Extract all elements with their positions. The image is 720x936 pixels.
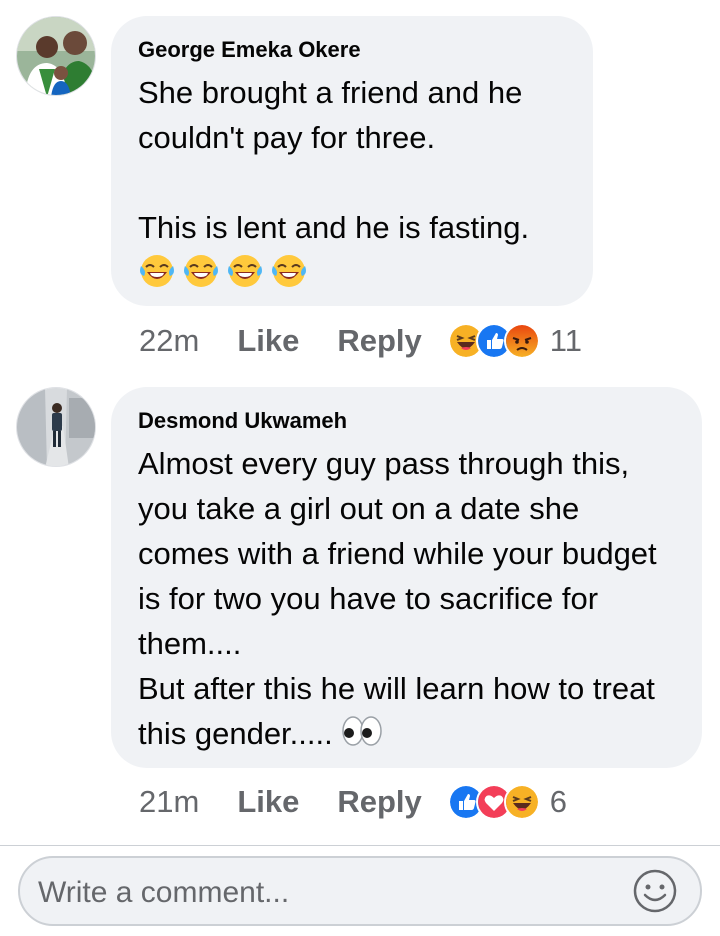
reaction-count: 6	[549, 784, 568, 819]
comment-actions: 21m Like Reply 6	[139, 782, 567, 822]
emoji-row	[138, 252, 567, 290]
comment-input[interactable]	[36, 870, 630, 916]
haha-reaction-icon	[503, 784, 540, 820]
comment-author[interactable]: George Emeka Okere	[138, 36, 567, 64]
avatar-photo-icon	[17, 388, 95, 466]
reply-button[interactable]: Reply	[337, 784, 421, 820]
laughing-tears-emoji-icon	[184, 255, 218, 287]
like-button[interactable]: Like	[237, 784, 299, 820]
comment-timestamp[interactable]: 22m	[139, 323, 199, 359]
angry-reaction-icon	[503, 323, 540, 359]
laughing-tears-emoji-icon	[140, 255, 174, 287]
comment-timestamp[interactable]: 21m	[139, 784, 199, 820]
avatar[interactable]	[16, 387, 96, 467]
comment-bubble: George Emeka Okere She brought a friend …	[111, 16, 593, 306]
composer-divider	[0, 845, 720, 846]
avatar[interactable]	[16, 16, 96, 96]
comment-composer[interactable]	[18, 856, 702, 926]
like-button[interactable]: Like	[237, 323, 299, 359]
laughing-tears-emoji-icon	[228, 255, 262, 287]
reaction-count: 11	[549, 323, 582, 358]
comment-text: She brought a friend and he couldn't pay…	[138, 75, 530, 245]
comment-text-content: Almost every guy pass through this, you …	[138, 446, 657, 751]
comment-actions: 22m Like Reply 11	[139, 321, 582, 361]
avatar-photo-icon	[17, 17, 95, 95]
comment-bubble: Desmond Ukwameh Almost every guy pass th…	[111, 387, 702, 768]
reply-button[interactable]: Reply	[337, 323, 421, 359]
laughing-tears-emoji-icon	[272, 255, 306, 287]
reaction-summary[interactable]: 11	[447, 323, 582, 359]
comment-text: Almost every guy pass through this, you …	[138, 441, 676, 756]
comment-author[interactable]: Desmond Ukwameh	[138, 407, 676, 435]
eyes-emoji-icon	[342, 716, 383, 746]
reaction-summary[interactable]: 6	[447, 784, 568, 820]
emoji-picker-icon[interactable]	[632, 868, 678, 914]
